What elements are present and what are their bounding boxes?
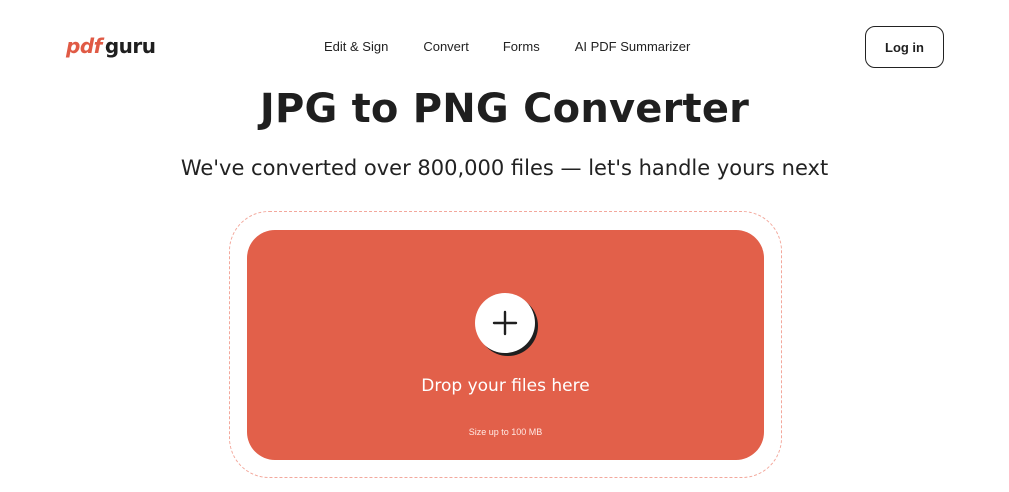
add-file-button[interactable] <box>475 293 535 353</box>
logo-pdf: pdf <box>66 34 102 58</box>
page: pdf guru Edit & Sign Convert Forms AI PD… <box>0 0 1009 492</box>
logo[interactable]: pdf guru <box>66 34 156 58</box>
nav-edit-sign[interactable]: Edit & Sign <box>324 39 388 54</box>
dropzone-size-note: Size up to 100 MB <box>468 427 543 437</box>
dropzone-label: Drop your files here <box>421 376 590 396</box>
page-subtitle: We've converted over 800,000 files — let… <box>180 156 829 180</box>
page-title: JPG to PNG Converter <box>259 86 750 132</box>
nav-convert[interactable]: Convert <box>423 39 469 54</box>
plus-icon <box>492 310 518 336</box>
main-nav: Edit & Sign Convert Forms AI PDF Summari… <box>324 39 690 54</box>
nav-ai-pdf-summarizer[interactable]: AI PDF Summarizer <box>575 39 691 54</box>
nav-forms[interactable]: Forms <box>503 39 540 54</box>
login-button[interactable]: Log in <box>865 26 944 68</box>
logo-guru: guru <box>104 34 156 58</box>
